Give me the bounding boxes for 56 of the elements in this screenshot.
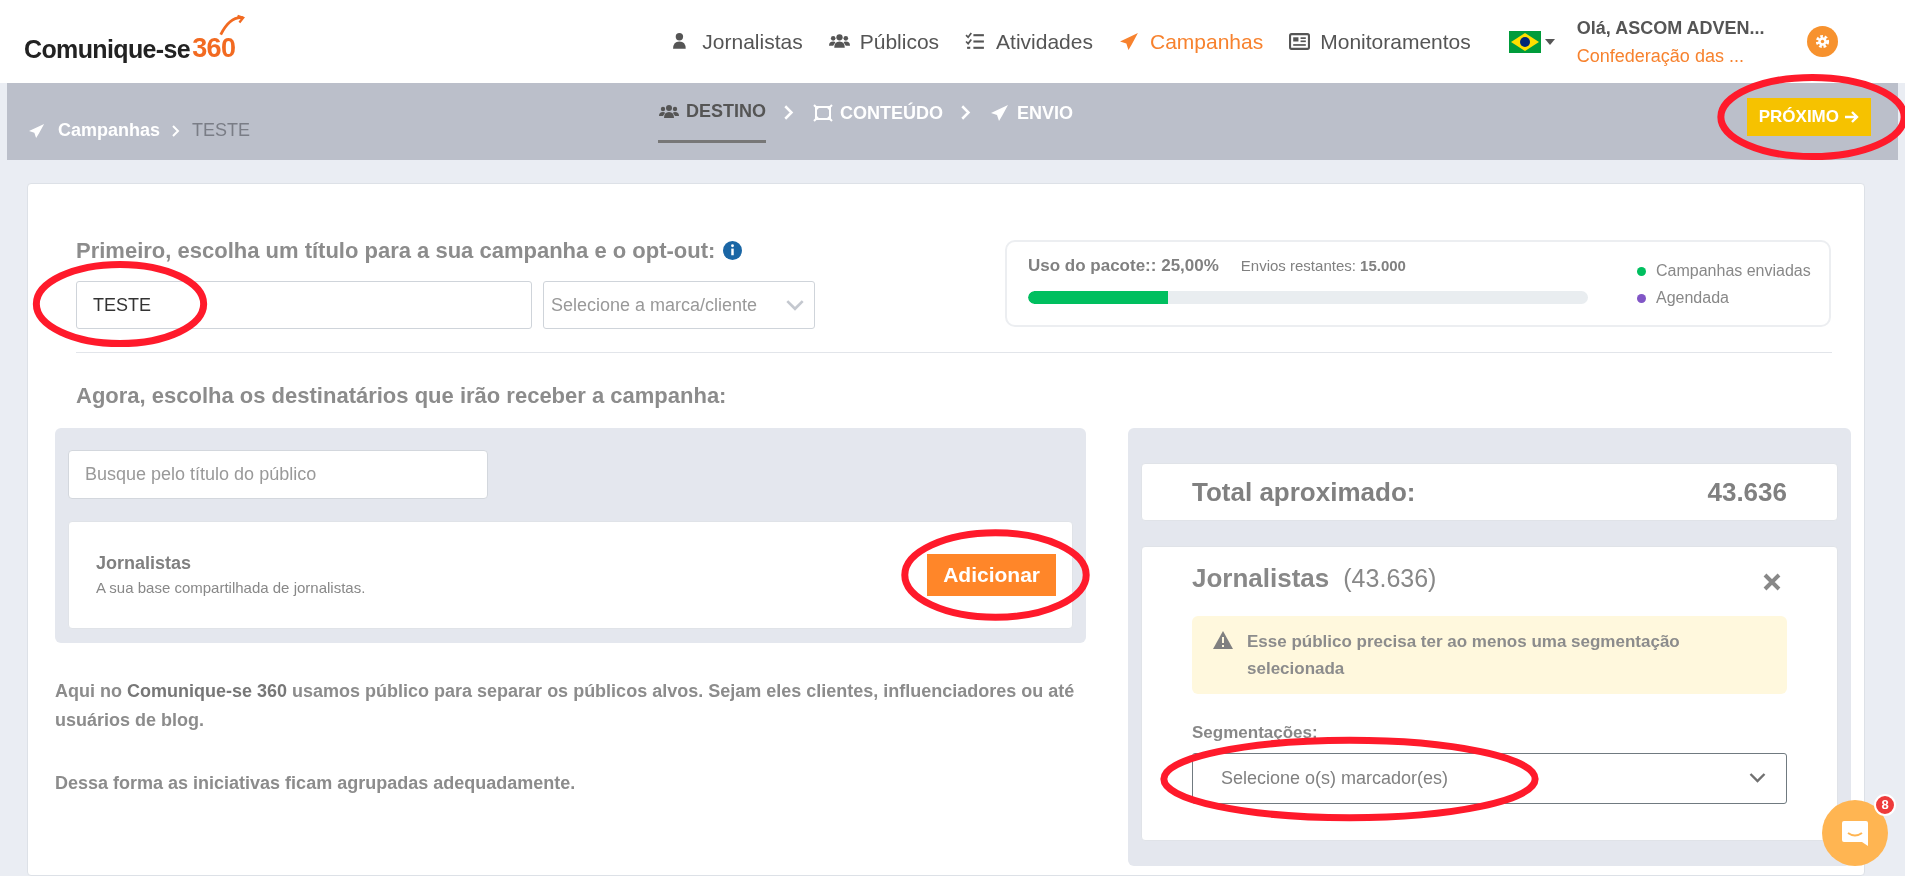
nav-link[interactable]: Monitoramentos [1289, 25, 1471, 58]
people-icon [658, 102, 680, 121]
segment-select[interactable]: Selecione o(s) marcador(es) [1192, 752, 1787, 804]
total-value: 43.636 [1707, 475, 1787, 509]
remaining-label: Envios restantes: 15.000 [1240, 256, 1406, 276]
paper-plane-icon [1119, 32, 1140, 51]
people-icon [828, 32, 850, 51]
audience-description: A sua base compartilhada de jornalistas. [96, 578, 366, 599]
chevron-icon [172, 124, 181, 137]
audience-count: (43.636) [1343, 563, 1437, 594]
logo[interactable]: Comunique-se360 [24, 14, 246, 69]
chevron-icon [961, 105, 971, 120]
paper-plane-icon [28, 122, 46, 139]
checklist-icon [965, 32, 987, 51]
audience-name: Jornalistas [96, 552, 193, 576]
brazil-flag-icon [1508, 30, 1541, 53]
organization-name[interactable]: Confederação das ... [1576, 41, 1744, 70]
language-dropdown[interactable] [1508, 30, 1555, 53]
field-label: Segmentações: [1192, 722, 1319, 744]
frame-icon [812, 104, 834, 122]
settings-button[interactable] [1806, 26, 1838, 57]
nav-link[interactable]: Campanhas [1119, 25, 1264, 58]
info-text: Aqui no Comunique-se 360 usamos público para separar os públicos alvos. Sejam eles clientes, influenciadores ou até usuários de blog. [55, 680, 1076, 732]
section-prompt: Primeiro, escolha um título para a sua campanha e o opt-out: [76, 237, 716, 265]
brand-select[interactable]: Selecione a marca/cliente [543, 281, 815, 329]
chevron-down-icon [1749, 773, 1766, 783]
add-button[interactable]: Adicionar [927, 554, 1056, 596]
settings-icon [1813, 33, 1831, 50]
info-text: Dessa forma as iniciativas ficam agrupadas adequadamente. [55, 772, 577, 795]
nav-link[interactable]: Atividades [965, 25, 1093, 58]
chevron-down-icon [786, 299, 804, 311]
legend-label: Campanhas enviadas [1656, 261, 1811, 281]
nav-link[interactable]: Jornalistas [671, 25, 803, 58]
breadcrumb-current: TESTE [192, 119, 251, 142]
paper-plane-icon [989, 104, 1011, 122]
user-name[interactable]: Olá, ASCOM ADVEN... [1576, 13, 1765, 42]
caret-icon [1544, 38, 1555, 45]
section-prompt: Agora, escolha os destinatários que irão receber a campanha: [76, 382, 727, 410]
legend-label: Agendada [1656, 288, 1729, 308]
usage-label: Uso do pacote:: 25,00% [1028, 255, 1219, 277]
close-icon [1762, 572, 1782, 592]
total-label: Total aproximado: [1192, 475, 1416, 509]
audience-title: Jornalistas [1192, 562, 1330, 595]
chevron-icon [784, 105, 794, 120]
warning-icon [1213, 631, 1233, 649]
notification-badge: 8 [1874, 794, 1896, 816]
chat-bubble-icon [1840, 818, 1870, 848]
title-field[interactable]: TESTE [76, 281, 532, 329]
newspaper-icon [1289, 32, 1311, 51]
info-icon [723, 241, 743, 260]
close-button[interactable] [1762, 572, 1782, 592]
warning-text: Esse público precisa ter ao menos uma segmentação selecionada [1247, 631, 1681, 680]
arrow-right-icon [1845, 111, 1859, 123]
search-field[interactable]: Busque pelo título do público [68, 450, 488, 499]
step-tab[interactable]: DESTINO [658, 83, 766, 143]
nav-link[interactable]: Públicos [828, 25, 940, 58]
